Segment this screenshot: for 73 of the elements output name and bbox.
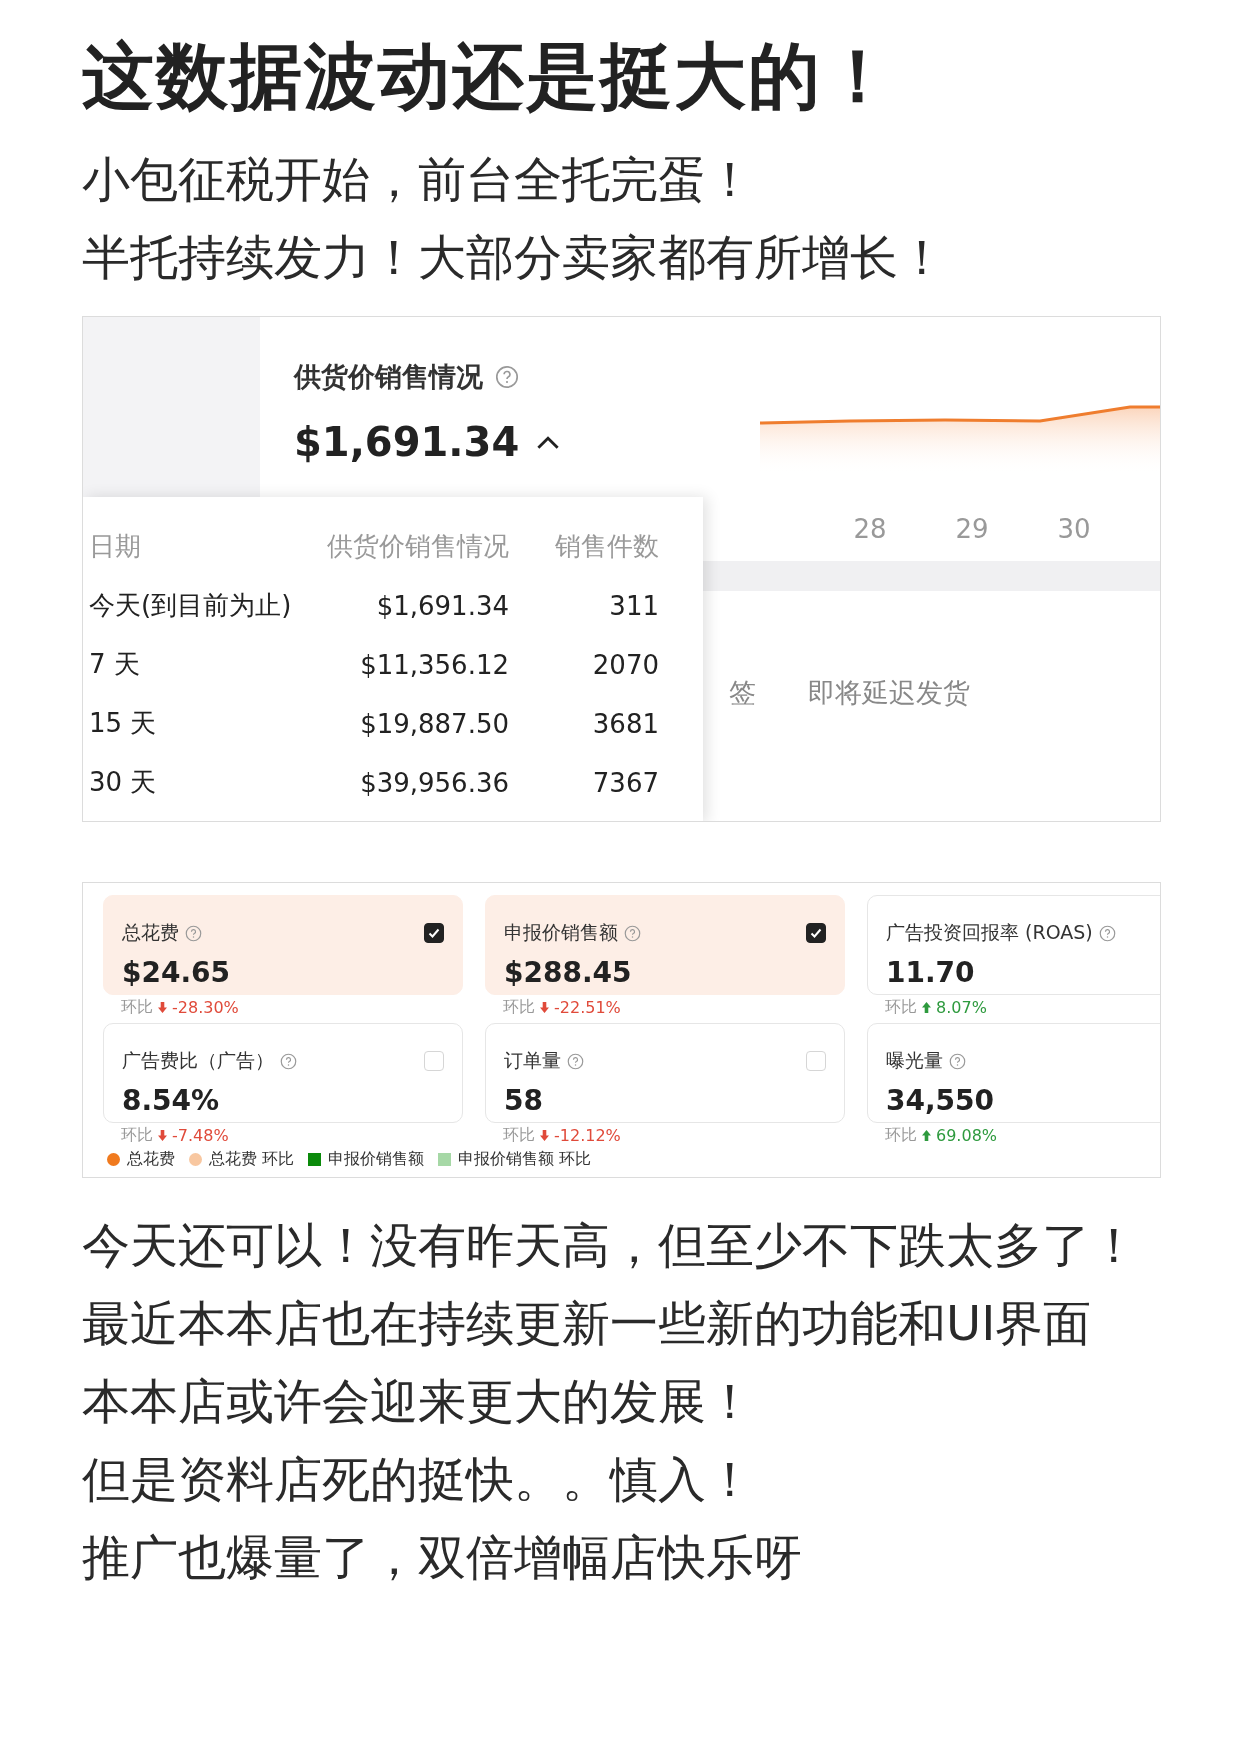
metric-value: 11.70 [886,956,976,989]
table-cell-text: 2070 [591,649,659,680]
help-icon[interactable] [495,365,519,389]
metric-card[interactable]: 订单量 58 [485,1023,845,1123]
metric-value: $24.65 [122,956,232,989]
table-cell-text: 311 [608,590,659,621]
table-cell-text: 7367 [591,767,659,798]
legend-label: 总花费 环比 [209,1149,295,1170]
post-text: 小包征税开始，前台全托完蛋！ [82,150,755,209]
change-value: 8.07% [936,997,987,1017]
metric-card[interactable]: 广告费比（广告） 8.54% [103,1023,463,1123]
change-label: 环比 [121,1124,153,1146]
tab[interactable]: 签 [729,675,756,711]
change-label: 环比 [121,996,153,1018]
table-cell-text: $19,887.50 [359,708,509,739]
axis-label: 29 [954,514,990,544]
post-text: 今天还可以！没有昨天高，但至少不下跌太多了！ [82,1216,1139,1275]
table-cell-text: 30 天 [89,766,158,799]
table-cell-text: 3681 [591,708,659,739]
change-value: 69.08% [936,1125,997,1145]
metric-value: 58 [504,1084,544,1117]
post-text: 推广也爆量了，双倍增幅店快乐呀 [82,1528,803,1587]
table-cell-text: 7 天 [89,648,141,681]
column-header: 日期 [89,530,142,563]
metric-card[interactable]: 总花费 $24.65 [103,895,463,995]
help-icon[interactable] [280,1052,297,1070]
column-header: 供货价销售情况 [326,530,509,563]
legend-label: 申报价销售额 环比 [458,1149,592,1170]
legend-label: 申报价销售额 [328,1149,425,1170]
help-icon[interactable] [567,1052,584,1070]
change-label: 环比 [885,996,917,1018]
axis-label: 30 [1056,514,1092,544]
metric-card[interactable]: 广告投资回报率 (ROAS) 11.70 [867,895,1160,995]
table-cell-text: $39,956.36 [359,767,509,798]
checkbox[interactable] [806,923,826,943]
metric-label: 曝光量 [886,1048,943,1073]
metric-card[interactable]: 申报价销售额 $288.45 [485,895,845,995]
checkbox[interactable] [424,923,444,943]
sales-amount: $1,691.34 [294,419,520,465]
metric-label: 总花费 [122,920,179,945]
post-text: 本本店或许会迎来更大的发展！ [82,1372,755,1431]
change-value: -28.30% [172,997,239,1017]
change-label: 环比 [503,996,535,1018]
post-text: 半托持续发力！大部分卖家都有所增长！ [82,228,947,287]
axis-label: 28 [852,514,888,544]
table-cell-text: 15 天 [89,707,158,740]
metric-value: 34,550 [886,1084,996,1117]
help-icon[interactable] [1098,924,1116,942]
metric-label: 申报价销售额 [504,920,618,945]
help-icon[interactable] [949,1052,966,1070]
help-icon[interactable] [624,924,641,942]
table-cell-text: $1,691.34 [375,590,509,621]
tab[interactable]: 即将延迟发货 [808,675,970,711]
post-text: 最近本本店也在持续更新一些新的功能和UI界面 [82,1294,1093,1353]
change-label: 环比 [503,1124,535,1146]
change-label: 环比 [885,1124,917,1146]
change-value: -12.12% [554,1125,621,1145]
metric-card[interactable]: 曝光量 34,550 [867,1023,1160,1123]
metric-label: 广告费比（广告） [122,1048,274,1073]
metric-label: 订单量 [504,1048,561,1073]
legend-label: 总花费 [127,1149,175,1170]
change-value: -22.51% [554,997,621,1017]
table-cell-text: 今天(到目前为止) [89,589,293,622]
sales-title: 供货价销售情况 [294,360,483,394]
change-value: -7.48% [172,1125,229,1145]
post-text: 但是资料店死的挺快。。慎入！ [82,1450,755,1509]
table-cell-text: $11,356.12 [359,649,509,680]
metric-label: 广告投资回报率 (ROAS) [886,920,1093,945]
column-header: 销售件数 [554,530,659,563]
post-title: 这数据波动还是挺大的！ [82,33,897,120]
metric-value: $288.45 [504,956,633,989]
help-icon[interactable] [185,924,202,942]
metric-value: 8.54% [122,1084,221,1117]
